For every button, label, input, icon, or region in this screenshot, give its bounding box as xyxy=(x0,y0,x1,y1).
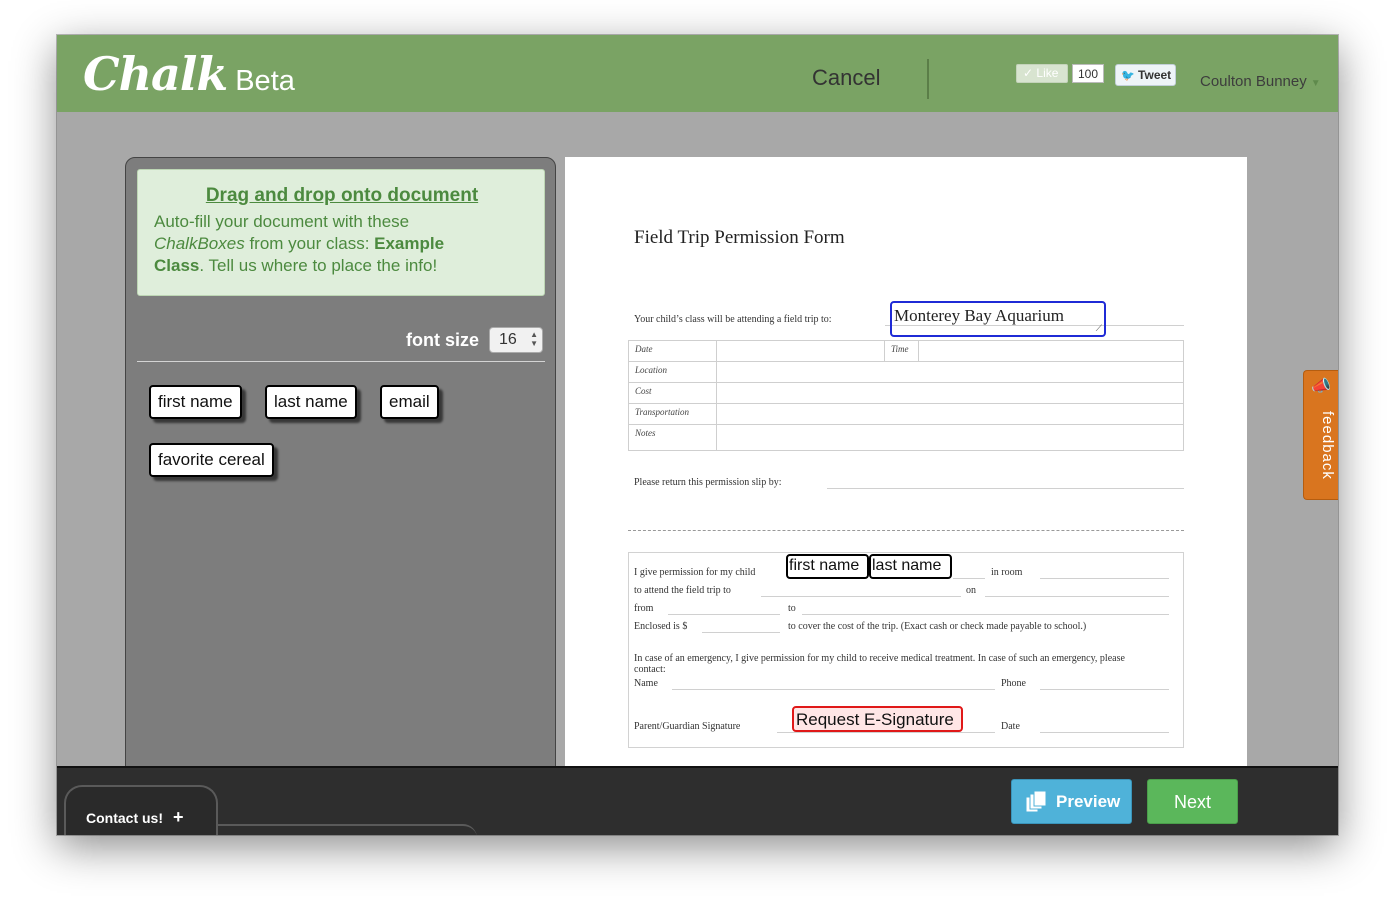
attend-label: to attend the field trip to xyxy=(634,585,731,596)
date-label: Date xyxy=(1001,721,1020,732)
trip-details-table: Date Time Location Cost Transportation No… xyxy=(628,340,1184,451)
plus-icon: + xyxy=(173,807,184,827)
destination-value: Monterey Bay Aquarium xyxy=(894,306,1064,325)
child-name-line xyxy=(953,578,985,579)
signature-label: Parent/Guardian Signature xyxy=(634,721,741,732)
instructions-text: Auto-fill your document with these Chalk… xyxy=(154,211,530,277)
document-page[interactable]: Field Trip Permission Form Your child’s … xyxy=(565,157,1247,777)
facebook-like-button[interactable]: ✓ Like xyxy=(1016,64,1068,83)
twitter-bird-icon: 🐦 xyxy=(1121,70,1135,82)
header-bar: Chalk Beta Cancel ✓ Like 100 🐦 Tweet Coul… xyxy=(57,35,1338,112)
from-label: from xyxy=(634,603,654,614)
font-size-label: font size xyxy=(406,330,480,350)
user-menu[interactable]: Coulton Bunney ▼ xyxy=(1200,73,1321,90)
cost-cell[interactable] xyxy=(716,382,1184,404)
chalkboxes-term: ChalkBoxes xyxy=(154,234,245,253)
destination-field[interactable]: Monterey Bay Aquarium ⟋ xyxy=(890,301,1106,337)
date-cell[interactable] xyxy=(716,340,885,362)
to-label: to xyxy=(788,603,796,614)
time-cell[interactable] xyxy=(918,340,1184,362)
chalkbox-favorite-cereal[interactable]: favorite cereal xyxy=(149,443,274,477)
cut-line xyxy=(628,530,1184,531)
permission-label: I give permission for my child xyxy=(634,567,756,578)
row-label-notes: Notes xyxy=(628,424,717,451)
font-size-select[interactable]: 16 ▲ ▼ xyxy=(489,327,543,353)
stepper-arrows-icon: ▲ ▼ xyxy=(530,330,538,348)
on-label: on xyxy=(966,585,976,596)
contact-us-label: Contact us! xyxy=(86,810,163,826)
contact-tab-rail xyxy=(217,824,477,835)
contact-name-label: Name xyxy=(634,678,658,689)
instructions-box: Drag and drop onto document Auto-fill yo… xyxy=(137,169,545,296)
resize-grip-icon[interactable]: ⟋ xyxy=(1096,323,1102,334)
chalkbox-first-name[interactable]: first name xyxy=(149,385,242,419)
transportation-cell[interactable] xyxy=(716,403,1184,425)
chalkbox-last-name[interactable]: last name xyxy=(265,385,357,419)
chalkbox-email[interactable]: email xyxy=(380,385,439,419)
instructions-line: Auto-fill your document with these xyxy=(154,212,410,231)
instructions-title: Drag and drop onto document xyxy=(205,185,479,206)
notes-cell[interactable] xyxy=(716,424,1184,451)
phone-label: Phone xyxy=(1001,678,1026,689)
footer-bar: Contact us! + Preview Next xyxy=(57,766,1338,835)
instructions-line: from your class: xyxy=(244,234,375,253)
header-divider xyxy=(927,59,929,99)
megaphone-icon: 📣 xyxy=(1311,378,1331,395)
phone-line xyxy=(1040,689,1169,690)
row-label-date: Date xyxy=(628,340,717,362)
like-count: 100 xyxy=(1072,64,1104,83)
emergency-text: In case of an emergency, I give permissi… xyxy=(634,653,1125,675)
placed-chip-first-name[interactable]: first name xyxy=(786,554,869,579)
logo-beta-label: Beta xyxy=(235,65,295,97)
chalkbox-panel: Drag and drop onto document Auto-fill yo… xyxy=(125,157,556,777)
cost-note: to cover the cost of the trip. (Exact ca… xyxy=(788,621,1087,632)
preview-button[interactable]: Preview xyxy=(1011,779,1132,824)
feedback-label: feedback xyxy=(1319,411,1336,480)
preview-label: Preview xyxy=(1056,792,1121,811)
panel-divider xyxy=(137,361,545,362)
from-line xyxy=(668,614,780,615)
placed-chip-last-name[interactable]: last name xyxy=(869,554,952,579)
row-label-location: Location xyxy=(628,361,717,383)
class-name: Example xyxy=(374,234,445,253)
font-size-value: 16 xyxy=(499,331,517,348)
app-window: Chalk Beta Cancel ✓ Like 100 🐦 Tweet Coul… xyxy=(57,35,1338,835)
row-label-transportation: Transportation xyxy=(628,403,717,425)
row-label-cost: Cost xyxy=(628,382,717,404)
tweet-button[interactable]: 🐦 Tweet xyxy=(1115,64,1176,86)
contact-name-line xyxy=(672,689,995,690)
trip-intro-label: Your child’s class will be attending a f… xyxy=(634,314,832,325)
contact-us-tab[interactable]: Contact us! + xyxy=(64,785,218,835)
return-by-line xyxy=(827,488,1184,489)
room-label: in room xyxy=(991,567,1023,578)
pages-icon xyxy=(1025,791,1047,813)
logo-wordmark: Chalk xyxy=(83,47,228,101)
attend-line xyxy=(761,596,961,597)
to-line xyxy=(802,614,1169,615)
location-cell[interactable] xyxy=(716,361,1184,383)
request-esignature-field[interactable]: Request E-Signature xyxy=(792,706,963,732)
enclosed-line xyxy=(702,632,780,633)
instructions-line: . Tell us where to place the info! xyxy=(199,256,438,275)
class-name: Class xyxy=(154,256,200,275)
document-title: Field Trip Permission Form xyxy=(634,227,845,248)
on-line xyxy=(985,596,1169,597)
return-by-label: Please return this permission slip by: xyxy=(634,477,782,488)
feedback-tab[interactable]: 📣 feedback xyxy=(1303,370,1338,500)
row-label-time: Time xyxy=(884,340,919,362)
cancel-button[interactable]: Cancel xyxy=(812,65,880,91)
enclosed-label: Enclosed is $ xyxy=(634,621,688,632)
user-name: Coulton Bunney xyxy=(1200,73,1307,90)
signature-line xyxy=(777,732,995,733)
room-line xyxy=(1040,578,1169,579)
tweet-label: Tweet xyxy=(1138,68,1172,82)
next-button[interactable]: Next xyxy=(1147,779,1238,824)
signature-date-line xyxy=(1040,732,1169,733)
chalk-logo[interactable]: Chalk Beta xyxy=(83,47,295,101)
chevron-down-icon: ▼ xyxy=(1310,78,1321,89)
